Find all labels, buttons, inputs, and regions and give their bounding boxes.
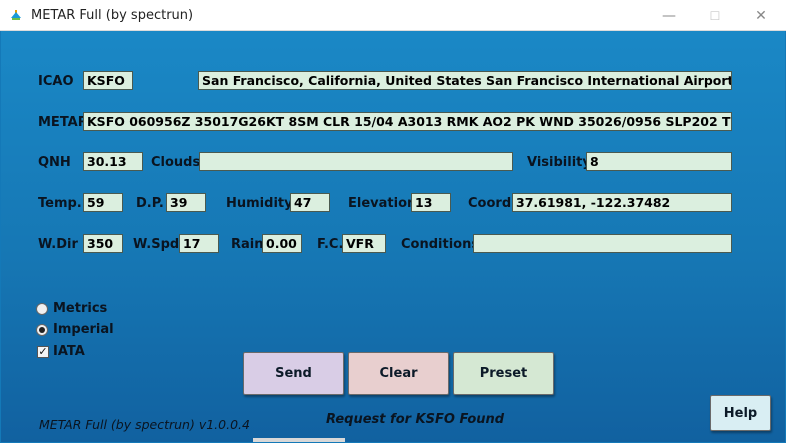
close-button[interactable]: ✕ — [738, 0, 784, 31]
temp-field[interactable]: 59 — [83, 193, 123, 212]
wind-speed-label: W.Spd — [133, 237, 180, 252]
visibility-field[interactable]: 8 — [586, 152, 732, 171]
maximize-button[interactable]: ☐ — [692, 0, 738, 31]
wind-dir-label: W.Dir — [38, 237, 78, 252]
icao-input[interactable]: KSFO — [83, 71, 133, 90]
humidity-field[interactable]: 47 — [290, 193, 330, 212]
metrics-radio[interactable] — [36, 303, 48, 315]
app-icon — [11, 10, 21, 20]
clouds-field[interactable] — [199, 152, 513, 171]
humidity-label: Humidity — [226, 196, 293, 211]
scrollbar-thumb[interactable] — [253, 438, 345, 442]
imperial-label[interactable]: Imperial — [53, 322, 114, 337]
metrics-label[interactable]: Metrics — [53, 301, 107, 316]
dew-point-field[interactable]: 39 — [166, 193, 206, 212]
clear-button[interactable]: Clear — [348, 352, 449, 395]
iata-checkbox[interactable]: ✓ — [37, 346, 49, 358]
qnh-field[interactable]: 30.13 — [83, 152, 143, 171]
minimize-button[interactable]: — — [646, 0, 692, 31]
coord-field[interactable]: 37.61981, -122.37482 — [512, 193, 732, 212]
airport-name-field[interactable]: San Francisco, California, United States… — [198, 71, 732, 90]
preset-button[interactable]: Preset — [453, 352, 554, 395]
visibility-label: Visibility — [527, 155, 591, 170]
icao-label: ICAO — [38, 74, 74, 89]
metar-label: METAR — [38, 115, 88, 130]
coord-label: Coord. — [468, 196, 517, 211]
conditions-label: Conditions — [401, 237, 480, 252]
qnh-label: QNH — [38, 155, 71, 170]
imperial-radio[interactable] — [36, 324, 48, 336]
clouds-label: Clouds — [151, 155, 201, 170]
dew-point-label: D.P. — [136, 196, 164, 211]
iata-label[interactable]: IATA — [53, 344, 85, 359]
flight-category-field[interactable]: VFR — [342, 234, 386, 253]
elevation-field[interactable]: 13 — [411, 193, 451, 212]
wind-speed-field[interactable]: 17 — [179, 234, 219, 253]
rain-field[interactable]: 0.00 — [262, 234, 302, 253]
elevation-label: Elevation — [348, 196, 417, 211]
help-button[interactable]: Help — [710, 395, 771, 431]
main-form: ICAO KSFO San Francisco, California, Uni… — [1, 31, 785, 442]
status-message: Request for KSFO Found — [326, 412, 505, 427]
window-title: METAR Full (by spectrun) — [31, 8, 194, 23]
version-label: METAR Full (by spectrun) v1.0.0.4 — [39, 417, 250, 432]
rain-label: Rain — [231, 237, 264, 252]
conditions-field[interactable] — [473, 234, 732, 253]
metar-field[interactable]: KSFO 060956Z 35017G26KT 8SM CLR 15/04 A3… — [83, 112, 732, 131]
send-button[interactable]: Send — [243, 352, 344, 395]
flight-category-label: F.C. — [317, 237, 344, 252]
temp-label: Temp. — [38, 196, 82, 211]
wind-dir-field[interactable]: 350 — [83, 234, 123, 253]
title-bar: METAR Full (by spectrun) — ☐ ✕ — [0, 0, 786, 31]
